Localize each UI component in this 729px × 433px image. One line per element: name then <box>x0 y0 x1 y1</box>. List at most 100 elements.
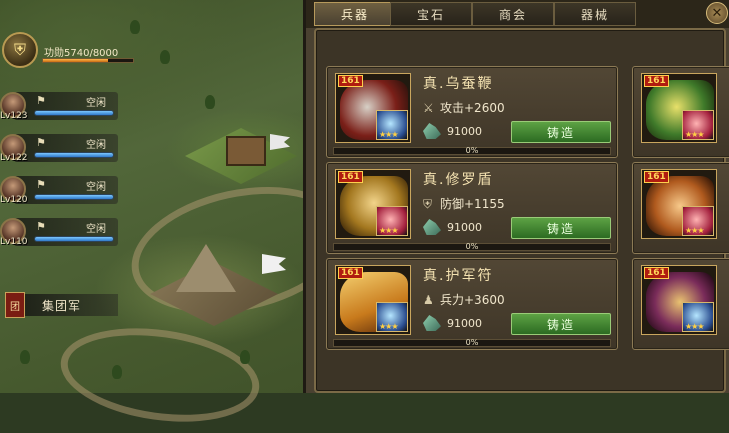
unit-hp-bar <box>34 194 114 200</box>
tree <box>205 95 215 109</box>
ore-icon <box>423 219 441 235</box>
forge-panel: 兵器 宝石 商会 器械 ✕ 161 ★★★ 真.乌蚕鞭 ⚔ 攻击+2600 91… <box>303 0 729 393</box>
item-stat: 攻击+2600 <box>440 101 505 115</box>
ore-cost: 91000 <box>447 221 482 234</box>
item-icon[interactable]: 161 ★★★ <box>641 73 717 143</box>
ore-icon <box>423 123 441 139</box>
ore-icon <box>423 315 441 331</box>
unit-hp-fill <box>35 111 113 115</box>
star-rating: ★★★ <box>379 226 398 235</box>
flag-icon: ⚑ <box>36 136 46 149</box>
tree <box>240 350 250 364</box>
flag-icon: ⚑ <box>36 178 46 191</box>
soldier-icon: ♟ <box>423 293 434 307</box>
tree <box>112 365 122 379</box>
item-card: 161 ★★★ <box>632 162 729 254</box>
village-building[interactable] <box>226 136 266 166</box>
item-name: 真.护军符 <box>423 268 494 284</box>
unit-row[interactable]: Lv123 ⚑ 空闲 <box>0 92 118 122</box>
army-badge-icon: 团 <box>5 292 25 318</box>
unit-hp-fill <box>35 153 113 157</box>
unit-hp-fill <box>35 195 113 199</box>
item-level-badge: 161 <box>338 75 363 87</box>
flag-icon: ⚑ <box>36 220 46 233</box>
tab-guild[interactable]: 商会 <box>472 2 554 26</box>
red-gem-icon: ★★★ <box>376 206 408 236</box>
unit-level: Lv122 <box>0 153 28 163</box>
unit-row[interactable]: Lv122 ⚑ 空闲 <box>0 134 118 164</box>
item-icon-whip[interactable]: 161 ★★★ <box>335 73 411 143</box>
tab-gems[interactable]: 宝石 <box>390 2 472 26</box>
red-gem-icon: ★★★ <box>682 206 714 236</box>
item-list: 161 ★★★ 真.乌蚕鞭 ⚔ 攻击+2600 91000 铸造 0% 161 … <box>314 28 729 393</box>
sword-icon: ⚔ <box>423 101 434 115</box>
white-flag-icon[interactable] <box>270 134 290 150</box>
unit-row[interactable]: Lv120 ⚑ 空闲 <box>0 176 118 206</box>
unit-hp-fill <box>35 237 113 241</box>
shield-icon: ⛨ <box>423 197 433 211</box>
unit-hp-bar <box>34 236 114 242</box>
item-level-badge: 161 <box>644 75 669 87</box>
star-rating: ★★★ <box>379 130 398 139</box>
tab-bar: 兵器 宝石 商会 器械 ✕ <box>306 0 729 28</box>
ore-cost: 91000 <box>447 317 482 330</box>
forge-progress-bar: 0% <box>333 338 611 347</box>
unit-status: 空闲 <box>86 98 106 109</box>
item-card: 161 ★★★ <box>632 66 729 158</box>
army-button[interactable]: 团 集团军 <box>0 292 118 318</box>
forge-button[interactable]: 铸造 <box>511 121 611 143</box>
helmet-icon[interactable]: ⛨ <box>2 32 38 68</box>
item-level-badge: 161 <box>644 171 669 183</box>
blue-gem-icon: ★★★ <box>682 302 714 332</box>
forge-progress-text: 0% <box>465 338 479 347</box>
item-card: 161 ★★★ 真.乌蚕鞭 ⚔ 攻击+2600 91000 铸造 0% <box>326 66 618 158</box>
army-label: 集团军 <box>42 299 82 313</box>
star-rating: ★★★ <box>685 226 704 235</box>
unit-status: 空闲 <box>86 182 106 193</box>
star-rating: ★★★ <box>685 130 704 139</box>
star-rating: ★★★ <box>685 322 704 331</box>
forge-progress-text: 0% <box>465 146 479 155</box>
item-card: 161 ★★★ <box>632 258 729 350</box>
close-icon[interactable]: ✕ <box>706 2 728 24</box>
item-icon-talisman[interactable]: 161 ★★★ <box>335 265 411 335</box>
tab-machinery[interactable]: 器械 <box>554 2 636 26</box>
item-icon-shield[interactable]: 161 ★★★ <box>335 169 411 239</box>
item-stat: 兵力+3600 <box>440 293 505 307</box>
star-rating: ★★★ <box>379 322 398 331</box>
unit-level: Lv123 <box>0 111 28 121</box>
unit-status: 空闲 <box>86 224 106 235</box>
tab-weapons[interactable]: 兵器 <box>314 2 396 26</box>
unit-level: Lv110 <box>0 237 28 247</box>
red-gem-icon: ★★★ <box>682 110 714 140</box>
item-name: 真.修罗盾 <box>423 172 494 188</box>
forge-progress-bar: 0% <box>333 242 611 251</box>
item-level-badge: 161 <box>644 267 669 279</box>
unit-hp-bar <box>34 152 114 158</box>
item-stat: 防御+1155 <box>440 197 505 211</box>
merit-panel: ⛨ 功勋5740/8000 <box>0 32 136 72</box>
map-road <box>54 316 266 433</box>
unit-status: 空闲 <box>86 140 106 151</box>
item-card: 161 ★★★ 真.修罗盾 ⛨ 防御+1155 91000 铸造 0% <box>326 162 618 254</box>
item-level-badge: 161 <box>338 267 363 279</box>
merit-label: 功勋5740/8000 <box>44 48 119 59</box>
item-level-badge: 161 <box>338 171 363 183</box>
forge-progress-text: 0% <box>465 242 479 251</box>
unit-row[interactable]: Lv110 ⚑ 空闲 <box>0 218 118 248</box>
item-card: 161 ★★★ 真.护军符 ♟ 兵力+3600 91000 铸造 0% <box>326 258 618 350</box>
flag-icon: ⚑ <box>36 94 46 107</box>
forge-progress-bar: 0% <box>333 146 611 155</box>
tree <box>20 350 30 364</box>
forge-button[interactable]: 铸造 <box>511 217 611 239</box>
blue-gem-icon: ★★★ <box>376 302 408 332</box>
forge-button[interactable]: 铸造 <box>511 313 611 335</box>
unit-level: Lv120 <box>0 195 28 205</box>
merit-progress-bar <box>42 58 134 63</box>
ore-cost: 91000 <box>447 125 482 138</box>
item-name: 真.乌蚕鞭 <box>423 76 494 92</box>
item-icon[interactable]: 161 ★★★ <box>641 265 717 335</box>
unit-hp-bar <box>34 110 114 116</box>
item-icon[interactable]: 161 ★★★ <box>641 169 717 239</box>
merit-progress-fill <box>43 59 108 62</box>
